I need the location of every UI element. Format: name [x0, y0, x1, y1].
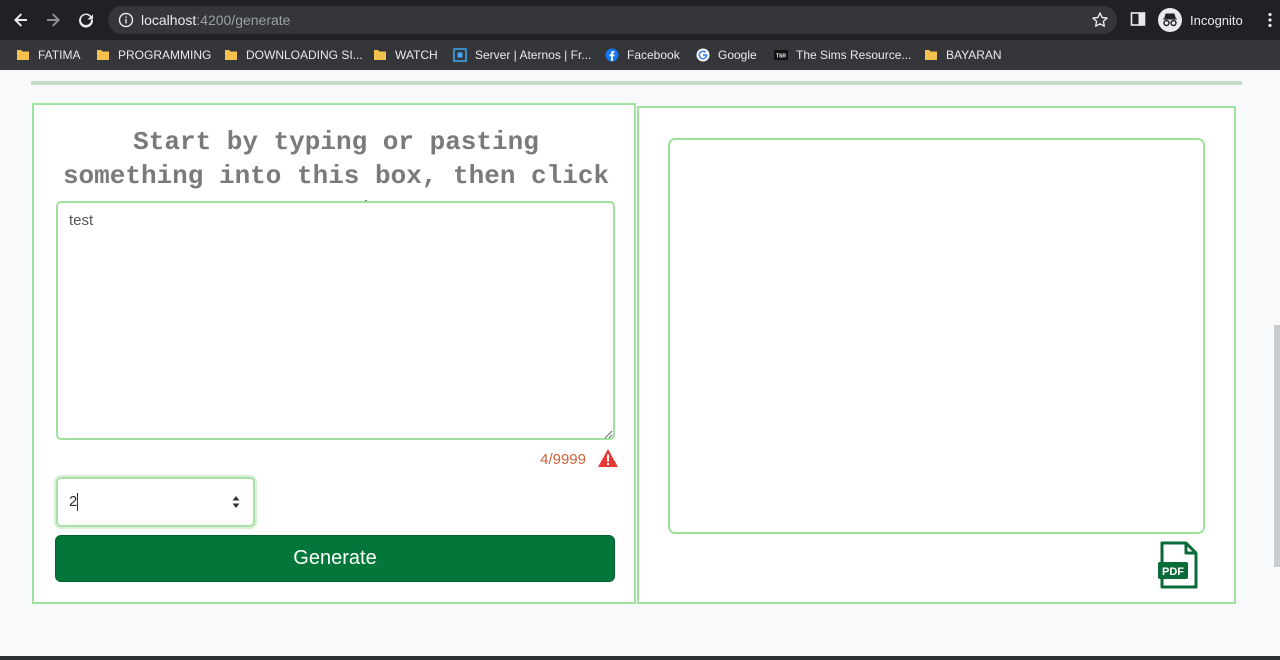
bookmark-label: Facebook — [627, 48, 680, 62]
folder-icon — [97, 50, 109, 60]
warning-icon — [598, 449, 618, 467]
bookmark-facebook[interactable]: Facebook — [605, 44, 680, 66]
bottom-edge — [0, 656, 1280, 660]
forward-icon[interactable] — [41, 8, 65, 32]
generate-button[interactable]: Generate — [55, 535, 615, 582]
bookmark-aternos[interactable]: Server | Aternos | Fr... — [453, 44, 591, 66]
source-text-input[interactable]: test — [56, 201, 615, 440]
output-preview — [668, 138, 1205, 534]
bookmark-bayaran[interactable]: BAYARAN — [924, 44, 1002, 66]
google-icon — [696, 48, 710, 62]
text-caret — [77, 493, 78, 511]
url-path: :4200/generate — [196, 12, 291, 28]
url-text: localhost:4200/generate — [141, 12, 290, 28]
input-card: Start by typing or pasting something int… — [32, 103, 636, 604]
folder-icon — [374, 50, 386, 60]
incognito-label: Incognito — [1190, 12, 1243, 28]
pdf-label: PDF — [1162, 566, 1184, 578]
back-icon[interactable] — [9, 8, 33, 32]
header-divider — [31, 81, 1242, 85]
tsr-icon: TSR — [774, 50, 788, 60]
bookmark-programming[interactable]: PROGRAMMING — [96, 44, 211, 66]
bookmark-sims-resource[interactable]: TSR The Sims Resource... — [774, 44, 911, 66]
number-spinner-icon[interactable] — [231, 494, 241, 510]
bookmark-label: BAYARAN — [946, 48, 1002, 62]
bookmark-label: Google — [718, 48, 757, 62]
side-panel-icon[interactable] — [1130, 11, 1146, 27]
address-bar[interactable]: localhost:4200/generate — [108, 6, 1117, 34]
browser-menu-icon[interactable] — [1262, 12, 1278, 28]
bookmarks-bar: FATIMA PROGRAMMING DOWNLOADING SI... WAT… — [0, 40, 1280, 70]
incognito-profile[interactable]: Incognito — [1158, 7, 1243, 33]
browser-toolbar: localhost:4200/generate Incognito — [0, 0, 1280, 40]
bookmark-label: The Sims Resource... — [796, 48, 912, 62]
facebook-icon — [605, 48, 619, 62]
bookmark-label: DOWNLOADING SI... — [246, 48, 363, 62]
bookmark-star-icon[interactable] — [1091, 11, 1109, 29]
bookmark-label: WATCH — [395, 48, 438, 62]
folder-icon — [17, 50, 29, 60]
svg-text:TSR: TSR — [776, 54, 786, 60]
incognito-icon — [1158, 8, 1182, 32]
bookmark-fatima[interactable]: FATIMA — [16, 44, 80, 66]
bookmark-label: FATIMA — [38, 48, 81, 62]
page-scrollbar[interactable] — [1274, 325, 1280, 567]
url-host: localhost — [141, 12, 197, 28]
bookmark-downloading[interactable]: DOWNLOADING SI... — [224, 44, 363, 66]
reload-icon[interactable] — [74, 8, 98, 32]
site-info-icon[interactable] — [118, 12, 134, 28]
folder-icon — [925, 50, 937, 60]
bookmark-label: Server | Aternos | Fr... — [475, 48, 592, 62]
bookmark-google[interactable]: Google — [696, 44, 757, 66]
bookmark-label: PROGRAMMING — [118, 48, 212, 62]
bookmark-watch[interactable]: WATCH — [373, 44, 438, 66]
folder-icon — [225, 50, 237, 60]
quantity-input[interactable]: 2 — [56, 477, 255, 527]
resize-handle-icon[interactable] — [603, 429, 613, 439]
output-card: PDF — [637, 106, 1236, 604]
pdf-download-icon[interactable]: PDF — [1158, 540, 1200, 590]
aternos-icon — [453, 48, 467, 62]
character-counter: 4/9999 — [540, 451, 586, 468]
